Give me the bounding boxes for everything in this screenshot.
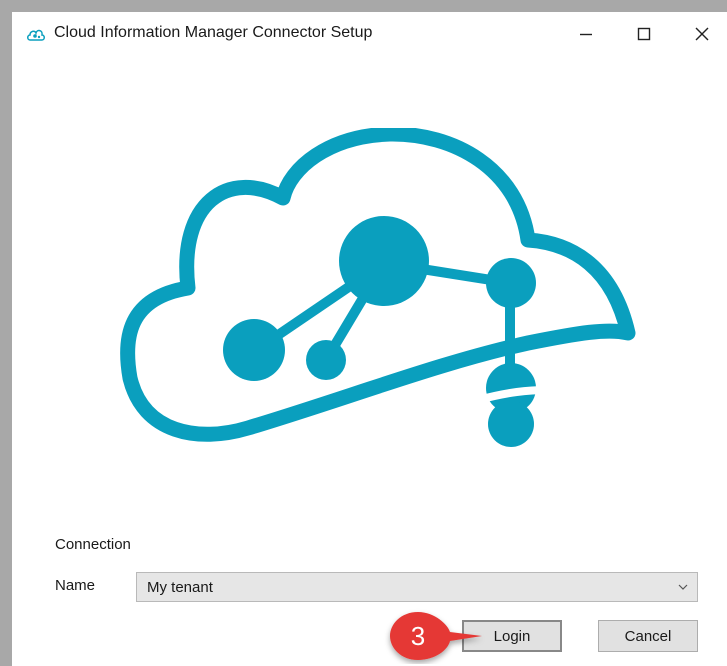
network-node-right: [486, 258, 536, 308]
tenant-name-value: My tenant: [147, 579, 213, 596]
close-button[interactable]: [674, 12, 727, 56]
cloud-network-logo: [120, 128, 636, 447]
window-title: Cloud Information Manager Connector Setu…: [54, 24, 373, 41]
close-icon: [695, 27, 709, 41]
minimize-button[interactable]: [558, 12, 614, 56]
window-frame-left: [0, 0, 12, 666]
setup-content: Connection Name My tenant Login Cancel 3: [12, 58, 727, 666]
connection-section-label: Connection: [55, 536, 131, 553]
chevron-down-icon: [678, 584, 688, 590]
setup-window: Cloud Information Manager Connector Setu…: [0, 0, 727, 666]
app-cloud-icon: [26, 25, 46, 45]
minimize-icon: [580, 33, 592, 36]
network-node-bottom-lower: [488, 401, 534, 447]
maximize-button[interactable]: [616, 12, 672, 56]
network-node-small: [306, 340, 346, 380]
cancel-button[interactable]: Cancel: [598, 620, 698, 652]
window-frame-top: [0, 0, 727, 12]
network-node-left: [223, 319, 285, 381]
tenant-name-select[interactable]: My tenant: [136, 572, 698, 602]
title-bar[interactable]: Cloud Information Manager Connector Setu…: [12, 12, 727, 58]
maximize-icon: [637, 27, 651, 41]
network-node-center: [339, 216, 429, 306]
name-label: Name: [55, 577, 96, 594]
step-number: 3: [410, 621, 426, 651]
